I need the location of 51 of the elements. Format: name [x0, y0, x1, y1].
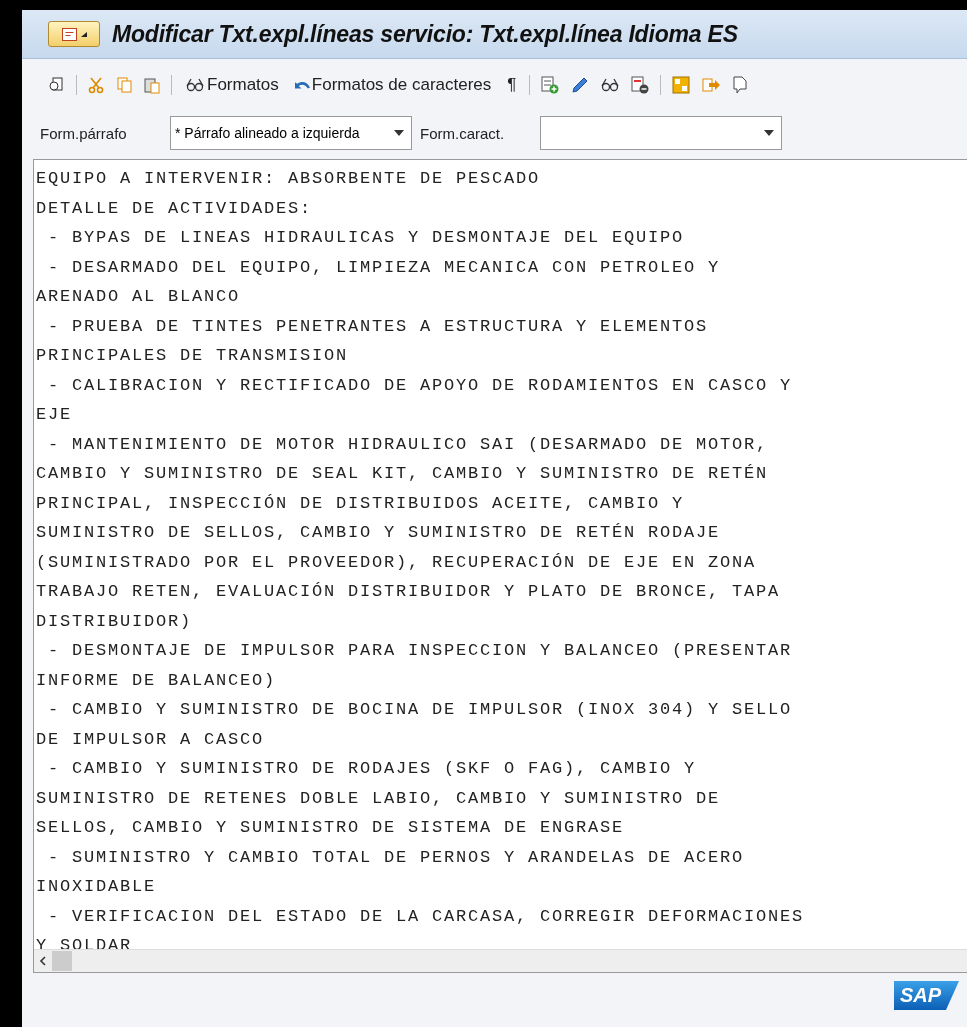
text-line: DE IMPULSOR A CASCO [36, 728, 265, 751]
insert-line-icon[interactable] [540, 75, 561, 95]
text-line: SUMINISTRO DE RETENES DOBLE LABIO, CAMBIO Y SUMINISTRO DE [36, 787, 721, 810]
undo-arrow-icon [294, 81, 310, 89]
text-line: TRABAJO RETEN, EVALUACIÓN DISTRIBUIDOR Y PLATO DE BRONCE, TAPA [36, 581, 781, 603]
scroll-thumb[interactable] [52, 951, 72, 971]
dropdown-arrow-icon[interactable] [393, 129, 405, 137]
toolbar-button[interactable]: ¶ [504, 73, 520, 97]
paragraph-format-label: Form.párrafo [40, 124, 128, 142]
window-title: Modificar Txt.expl.líneas servicio: Txt.expl.línea Idioma ES [112, 20, 738, 48]
text-editor[interactable] [33, 159, 967, 973]
toolbar-button[interactable]: Formatos de caracteres [291, 73, 495, 97]
export-arrow-icon[interactable] [701, 75, 722, 95]
text-line: - DESARMADO DEL EQUIPO, LIMPIEZA MECANICA CON PETROLEO Y [47, 256, 721, 279]
text-line: INOXIDABLE [36, 876, 157, 898]
text-line: CAMBIO Y SUMINISTRO DE SEAL KIT, CAMBIO Y SUMINISTRO DE RETÉN [36, 463, 769, 485]
text-line: EQUIPO A INTERVENIR: ABSORBENTE DE PESCADO [36, 168, 541, 190]
sap-logo: SAP [893, 981, 959, 1010]
text-line: DISTRIBUIDOR) [36, 610, 193, 633]
text-line: (SUMINISTRADO POR EL PROVEEDOR), RECUPERACIÓN DE EJE EN ZONA [36, 551, 757, 574]
text-line: - CAMBIO Y SUMINISTRO DE BOCINA DE IMPULSOR (INOX 304) Y SELLO [47, 699, 793, 721]
text-line: - MANTENIMIENTO DE MOTOR HIDRAULICO SAI (DESARMADO DE MOTOR, [47, 433, 769, 456]
text-line: ARENADO AL BLANCO [36, 286, 241, 308]
text-line: SELLOS, CAMBIO Y SUMINISTRO DE SISTEMA DE ENGRASE [36, 817, 625, 839]
character-format-label: Form.caract. [420, 124, 505, 142]
toolbar-button[interactable]: Formatos [182, 73, 282, 97]
dropdown-arrow-icon[interactable] [763, 129, 776, 137]
text-line: DETALLE DE ACTIVIDADES: [36, 197, 313, 220]
menu-button[interactable] [48, 21, 100, 47]
text-line: INFORME DE BALANCEO) [36, 669, 277, 692]
text-line: - CAMBIO Y SUMINISTRO DE RODAJES (SKF O FAG), CAMBIO Y [47, 758, 697, 780]
glasses-icon [185, 77, 205, 93]
text-line: SUMINISTRO DE SELLOS, CAMBIO Y SUMINISTRO DE RETÉN RODAJE [36, 522, 721, 544]
delete-line-icon[interactable] [630, 75, 651, 95]
text-line: - BYPAS DE LINEAS HIDRAULICAS Y DESMONTAJE DEL EQUIPO [47, 227, 685, 249]
text-line: - VERIFICACION DEL ESTADO DE LA CARCASA, CORREGIR DEFORMACIONES [47, 905, 805, 928]
paragraph-format-dropdown[interactable]: * Párrafo alineado a izquierda [170, 116, 412, 150]
text-line: - PRUEBA DE TINTES PENETRANTES A ESTRUCTURA Y ELEMENTOS [47, 315, 709, 338]
text-line: - SUMINISTRO Y CAMBIO TOTAL DE PERNOS Y ARANDELAS DE ACERO [47, 846, 745, 869]
text-line: PRINCIPAL, INSPECCIÓN DE DISTRIBUIDOS ACEITE, CAMBIO Y [36, 492, 685, 515]
document-icon[interactable] [48, 76, 66, 94]
calculator-icon[interactable] [671, 75, 692, 95]
text-line: PRINCIPALES DE TRANSMISION [36, 345, 349, 367]
text-line: EJE [36, 404, 72, 426]
horizontal-scrollbar[interactable] [34, 949, 967, 972]
text-line: - DESMONTAJE DE IMPULSOR PARA INSPECCION Y BALANCEO (PRESENTAR [47, 640, 793, 662]
glasses-icon[interactable] [600, 77, 621, 93]
caret-icon[interactable] [80, 31, 87, 37]
text-line: - CALIBRACION Y RECTIFICADO DE APOYO DE RODAMIENTOS EN CASCO Y [47, 374, 793, 397]
scroll-left-icon[interactable] [38, 955, 48, 967]
paste-icon[interactable] [143, 76, 161, 94]
